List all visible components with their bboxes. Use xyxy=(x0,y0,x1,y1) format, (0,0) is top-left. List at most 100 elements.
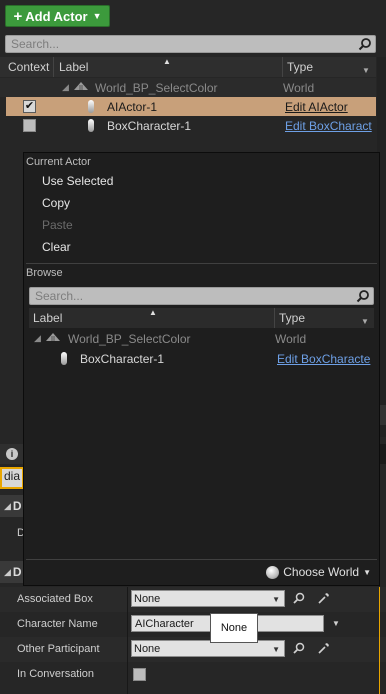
prop-label: In Conversation xyxy=(17,668,95,680)
column-options-icon[interactable]: ▼ xyxy=(361,317,369,326)
actor-icon xyxy=(61,352,67,365)
column-divider xyxy=(53,57,54,77)
row-type-link[interactable]: Edit AIActor xyxy=(285,100,348,114)
outliner-search-input[interactable]: Search... xyxy=(5,35,376,53)
row-label: World_BP_SelectColor xyxy=(68,331,191,346)
prop-divider xyxy=(127,587,128,612)
row-label: World_BP_SelectColor xyxy=(95,80,218,95)
category-label: D xyxy=(12,499,22,513)
details-search-value: dia xyxy=(4,469,21,483)
add-actor-button[interactable]: + Add Actor ▼ xyxy=(5,5,110,27)
column-options-icon[interactable]: ▼ xyxy=(362,66,370,75)
prop-row-character-name: Character Name AICharacter ▼ xyxy=(0,612,386,638)
search-icon xyxy=(358,38,371,51)
browse-row-world[interactable]: ◢ World_BP_SelectColor World xyxy=(29,329,374,348)
column-type[interactable]: Type xyxy=(279,311,305,325)
column-type[interactable]: Type xyxy=(287,60,313,74)
input-value: AICharacter xyxy=(135,617,194,630)
tab-details[interactable]: i xyxy=(0,444,24,464)
chevron-down-icon: ▼ xyxy=(92,11,102,21)
row-label: BoxCharacter-1 xyxy=(107,118,192,133)
outliner-row-boxcharacter[interactable]: BoxCharacter-1 Edit BoxCharact xyxy=(0,116,376,135)
column-divider xyxy=(282,57,283,77)
globe-icon xyxy=(266,565,280,579)
row-type-link[interactable]: Edit BoxCharact xyxy=(285,119,372,133)
search-placeholder: Search... xyxy=(35,289,84,303)
expand-arrow-icon[interactable]: ◢ xyxy=(34,333,41,344)
browse-heading: Browse xyxy=(26,267,63,279)
prop-row-associated-box: Associated Box None ▼ xyxy=(0,587,386,613)
prop-divider xyxy=(127,662,128,694)
chevron-down-icon: ▼ xyxy=(272,595,280,604)
other-participant-combo[interactable]: None ▼ xyxy=(131,640,285,657)
choose-world-label: Choose World xyxy=(283,565,360,579)
world-icon xyxy=(73,80,89,95)
row-label: BoxCharacter-1 xyxy=(80,351,165,366)
context-checkbox[interactable]: ✔ xyxy=(23,100,36,113)
expand-arrow-icon[interactable]: ◢ xyxy=(62,82,69,93)
actor-picker-menu: Current Actor Use Selected Copy Paste Cl… xyxy=(23,152,380,586)
world-icon xyxy=(45,331,61,346)
outliner-row-world[interactable]: ◢ World_BP_SelectColor World xyxy=(0,78,376,97)
menu-divider xyxy=(26,559,377,560)
row-type: World xyxy=(283,80,315,95)
column-context[interactable]: Context xyxy=(8,60,49,74)
browse-search-input[interactable]: Search... xyxy=(29,287,374,305)
details-row: D xyxy=(0,517,25,559)
details-category-header[interactable]: ◢ D xyxy=(0,495,24,517)
focus-edge xyxy=(379,587,380,694)
row-type: World xyxy=(275,331,307,346)
plus-icon: + xyxy=(13,7,23,25)
context-checkbox[interactable] xyxy=(23,119,36,132)
tooltip: None xyxy=(210,613,258,643)
associated-box-combo[interactable]: None ▼ xyxy=(131,590,285,607)
column-label[interactable]: Label xyxy=(59,60,88,74)
prop-row-in-conversation: In Conversation xyxy=(0,662,386,694)
sort-ascending-icon: ▲ xyxy=(163,57,171,66)
actor-icon xyxy=(88,100,94,113)
browse-column-header: Label ▲ Type ▼ xyxy=(29,308,374,328)
current-actor-heading: Current Actor xyxy=(26,156,91,168)
chevron-down-icon: ▼ xyxy=(363,567,371,577)
chevron-down-icon[interactable]: ▼ xyxy=(329,617,343,631)
choose-world-button[interactable]: Choose World ▼ xyxy=(266,565,371,579)
editor-root: + Add Actor ▼ Search... Context Label ▲ … xyxy=(0,0,386,694)
menu-item-paste: Paste xyxy=(42,218,73,232)
scrollbar-thumb[interactable] xyxy=(380,405,386,425)
browse-row-boxcharacter[interactable]: BoxCharacter-1 Edit BoxCharacte xyxy=(29,349,374,368)
prop-label: Character Name xyxy=(17,618,98,630)
row-type-link[interactable]: Edit BoxCharacte xyxy=(277,352,374,366)
browse-icon[interactable] xyxy=(292,592,306,606)
prop-row-other-participant: Other Participant None ▼ xyxy=(0,637,386,663)
combo-value: None xyxy=(134,592,161,605)
menu-item-copy[interactable]: Copy xyxy=(42,196,70,210)
prop-divider xyxy=(127,612,128,637)
menu-divider xyxy=(26,263,377,264)
collapse-arrow-icon: ◢ xyxy=(4,500,11,511)
menu-item-clear[interactable]: Clear xyxy=(42,240,71,254)
collapse-arrow-icon: ◢ xyxy=(4,566,11,577)
search-icon xyxy=(356,290,369,303)
sort-ascending-icon: ▲ xyxy=(149,308,157,317)
column-label[interactable]: Label xyxy=(33,311,62,325)
outliner-column-header: Context Label ▲ Type ▼ xyxy=(0,57,376,77)
outliner-row-aiactor[interactable]: ✔ AIActor-1 Edit AIActor xyxy=(6,97,376,116)
details-category-header[interactable]: ◢ D xyxy=(0,561,24,583)
category-label: D xyxy=(12,565,22,579)
actor-icon xyxy=(88,119,94,132)
prop-label: Associated Box xyxy=(17,593,93,605)
column-divider xyxy=(274,308,275,328)
in-conversation-checkbox[interactable] xyxy=(133,668,146,681)
prop-divider xyxy=(127,637,128,662)
picker-icon[interactable] xyxy=(317,592,331,606)
tooltip-text: None xyxy=(220,622,248,634)
details-search-input[interactable]: dia xyxy=(0,467,24,489)
row-label: AIActor-1 xyxy=(107,99,158,114)
browse-icon[interactable] xyxy=(292,642,306,656)
picker-icon[interactable] xyxy=(317,642,331,656)
chevron-down-icon: ▼ xyxy=(272,645,280,654)
menu-item-use-selected[interactable]: Use Selected xyxy=(42,174,113,188)
search-placeholder: Search... xyxy=(11,37,60,51)
add-actor-label: Add Actor xyxy=(25,8,88,24)
info-icon: i xyxy=(6,448,18,460)
